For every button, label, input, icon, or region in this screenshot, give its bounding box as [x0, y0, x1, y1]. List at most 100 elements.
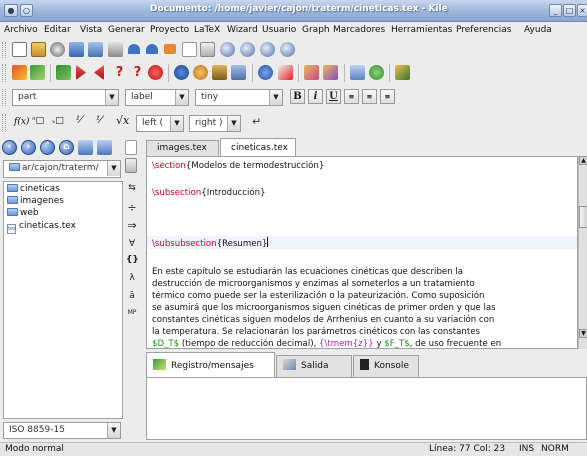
path-combo[interactable]: ar/cajon/traterm/ ▼: [3, 160, 121, 178]
align-center-icon[interactable]: ≡: [362, 89, 377, 104]
latex-icon[interactable]: [30, 65, 45, 80]
editor-scrollbar[interactable]: ▲ ▼: [578, 156, 587, 349]
menu-editar[interactable]: Editar: [44, 25, 71, 35]
symbol-arrow[interactable]: ⇒: [126, 219, 138, 232]
next-error-icon[interactable]: [76, 65, 86, 80]
menu-proyecto[interactable]: Proyecto: [150, 25, 189, 35]
chevron-down-icon[interactable]: ▼: [227, 116, 240, 131]
list-item[interactable]: tex cineticas.tex: [7, 221, 76, 234]
redo-icon[interactable]: [146, 44, 158, 54]
menu-marcadores[interactable]: Marcadores: [333, 25, 385, 35]
window-menu-icon[interactable]: ●: [4, 4, 18, 17]
italic-button[interactable]: i: [308, 89, 323, 104]
toolbar-handle[interactable]: [2, 42, 6, 58]
underline-button[interactable]: U: [326, 89, 341, 104]
symbol-operator[interactable]: ÷: [126, 201, 138, 214]
toolbar-handle[interactable]: [2, 89, 6, 106]
zoom-in-icon[interactable]: [260, 42, 275, 57]
scroll-up-icon[interactable]: ▲: [579, 156, 587, 165]
forward-icon[interactable]: ›: [21, 140, 36, 155]
view-html-icon[interactable]: [323, 65, 338, 80]
undo-icon[interactable]: [128, 44, 140, 54]
minimize-icon[interactable]: _: [549, 4, 562, 17]
chevron-down-icon[interactable]: ▼: [175, 90, 188, 105]
open-file-icon[interactable]: [31, 42, 46, 57]
list-item[interactable]: web: [7, 208, 39, 220]
symbol-greek[interactable]: λ: [126, 273, 138, 283]
log-messages-area[interactable]: [146, 377, 587, 440]
dfrac-icon[interactable]: ⅟: [96, 115, 102, 126]
superscript-icon[interactable]: ⁿ□: [32, 116, 44, 126]
up-icon[interactable]: ˄: [40, 140, 55, 155]
label-combo[interactable]: label ▼: [125, 89, 189, 106]
close-icon[interactable]: ×: [577, 4, 587, 17]
menu-generar[interactable]: Generar: [108, 25, 145, 35]
chevron-down-icon[interactable]: ▼: [107, 161, 120, 176]
fraction-icon[interactable]: ⅟: [76, 115, 82, 126]
sticky-icon[interactable]: ○: [20, 4, 33, 17]
symbol-accents[interactable]: ā: [126, 291, 138, 301]
symbol-metapost[interactable]: MP: [126, 309, 138, 316]
menu-graph[interactable]: Graph: [302, 25, 330, 35]
previous-error-icon[interactable]: [94, 65, 104, 80]
symbol-misc-math[interactable]: ∀: [126, 239, 138, 249]
text-editor[interactable]: \section{Modelos de termodestrucción} \s…: [146, 156, 578, 349]
new-file-icon[interactable]: [12, 42, 27, 57]
save-all-icon[interactable]: [88, 42, 103, 57]
newline-icon[interactable]: ↵: [252, 115, 261, 128]
menu-preferencias[interactable]: Preferencias: [456, 25, 511, 35]
tab-cineticas-tex[interactable]: cineticas.tex: [220, 138, 296, 157]
list-item[interactable]: cineticas: [7, 184, 60, 196]
back-icon[interactable]: ‹: [2, 140, 17, 155]
home-icon[interactable]: ⌂: [59, 140, 74, 155]
folder-icon[interactable]: [78, 140, 93, 155]
scroll-down-icon[interactable]: ▼: [579, 329, 587, 338]
menu-usuario[interactable]: Usuario: [262, 25, 296, 35]
document-folder-icon[interactable]: [97, 140, 112, 155]
zoom-out-icon[interactable]: [280, 42, 295, 57]
chevron-down-icon[interactable]: ▼: [105, 90, 118, 105]
symbol-delimiters[interactable]: {}: [126, 255, 139, 265]
copy-icon[interactable]: [182, 42, 197, 57]
save-icon[interactable]: [69, 42, 84, 57]
encoding-combo[interactable]: ISO 8859-15 ▼: [3, 422, 121, 439]
cut-icon[interactable]: [164, 44, 176, 54]
quick-build-icon[interactable]: [12, 65, 27, 80]
preview-icon[interactable]: [369, 65, 384, 80]
list-item[interactable]: imagenes: [7, 196, 64, 208]
structure-combo[interactable]: part ▼: [12, 89, 119, 106]
left-delimiter-combo[interactable]: left ( ▼: [136, 115, 184, 132]
chevron-down-icon[interactable]: ▼: [170, 116, 183, 131]
view-ps-icon[interactable]: [258, 65, 273, 80]
scroll-thumb[interactable]: [579, 206, 587, 228]
menu-herramientas[interactable]: Herramientas: [391, 25, 452, 35]
scripts-icon[interactable]: [125, 158, 137, 173]
find-next-icon[interactable]: [240, 42, 255, 57]
ps-to-pdf-icon[interactable]: [193, 65, 208, 80]
stop-icon[interactable]: [148, 65, 163, 80]
sqrt-icon[interactable]: √x: [116, 114, 129, 127]
makeindex-icon[interactable]: [231, 65, 246, 80]
menu-ayuda[interactable]: Ayuda: [524, 25, 552, 35]
menu-wizard[interactable]: Wizard: [227, 25, 258, 35]
function-icon[interactable]: f(x): [14, 117, 29, 127]
view-pdf-icon[interactable]: [278, 65, 293, 80]
tab-log-messages[interactable]: Registro/mensajes: [146, 352, 275, 378]
menu-archivo[interactable]: Archivo: [4, 25, 38, 35]
chevron-down-icon[interactable]: ▼: [269, 90, 282, 105]
toolbar-handle[interactable]: [2, 114, 6, 132]
help-2-icon[interactable]: ?: [130, 65, 145, 80]
symbol-relation[interactable]: ⇆: [126, 183, 138, 193]
align-left-icon[interactable]: ≡: [344, 89, 359, 104]
align-right-icon[interactable]: ≡: [380, 89, 395, 104]
subscript-icon[interactable]: ₓ□: [52, 116, 64, 126]
view-dvi-icon[interactable]: [56, 65, 71, 80]
maximize-icon[interactable]: □: [563, 4, 576, 17]
bold-button[interactable]: B: [290, 89, 305, 104]
tab-output[interactable]: Salida: [276, 355, 352, 377]
latex-to-html-icon[interactable]: [304, 65, 319, 80]
tab-images-tex[interactable]: images.tex: [146, 140, 219, 157]
help-icon[interactable]: ?: [112, 65, 127, 80]
paste-icon[interactable]: [200, 42, 215, 57]
menu-vista[interactable]: Vista: [80, 25, 102, 35]
